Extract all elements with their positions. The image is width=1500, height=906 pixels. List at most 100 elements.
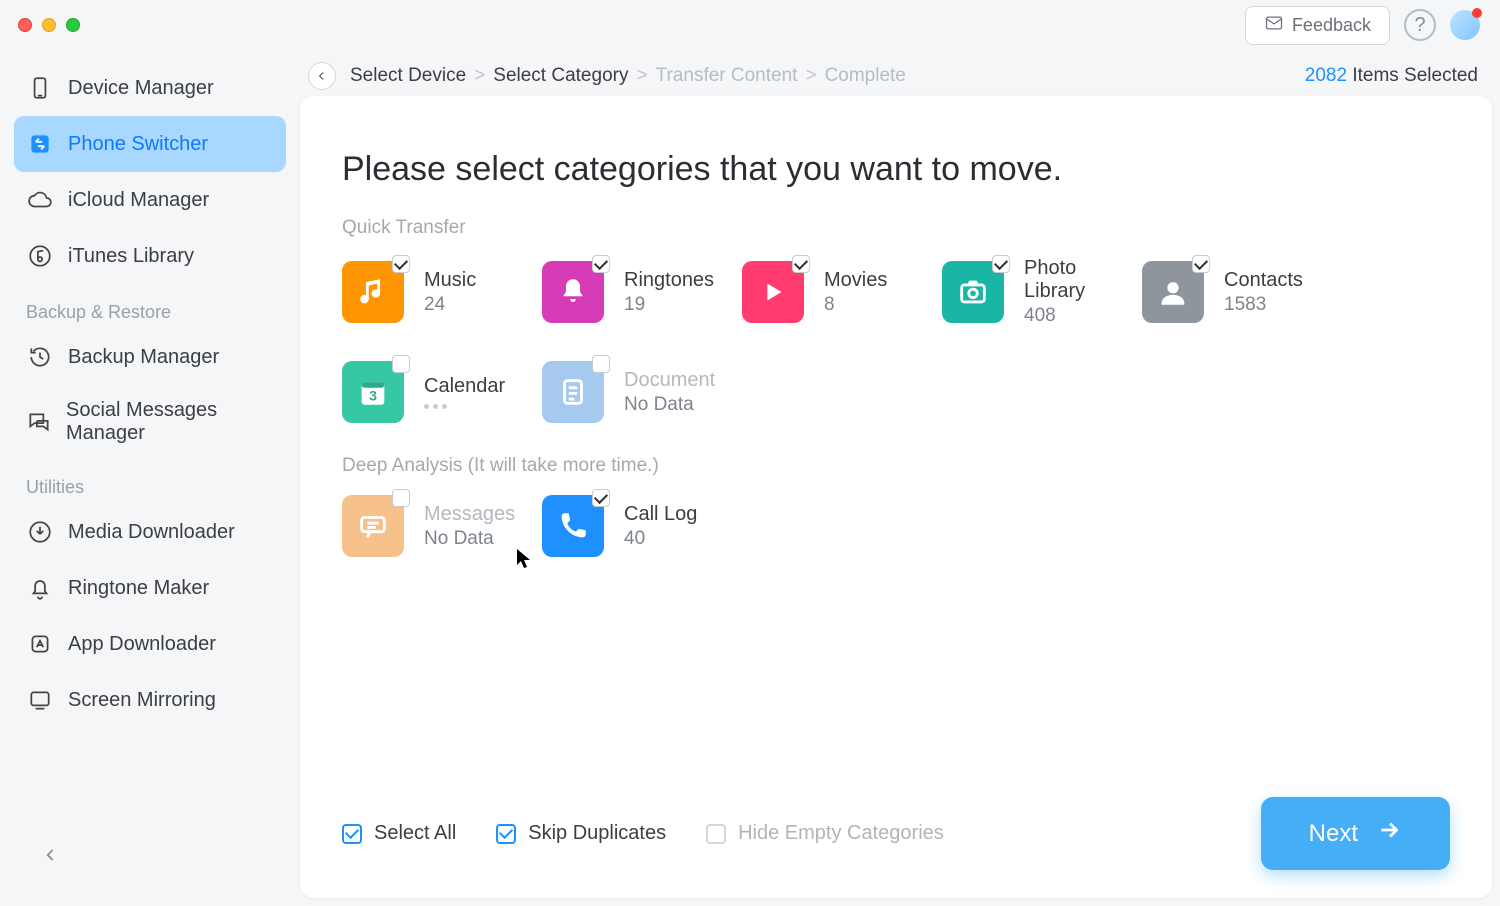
items-selected: 2082 Items Selected bbox=[1305, 65, 1478, 87]
category-ringtones[interactable]: Ringtones 19 bbox=[542, 257, 720, 327]
arrow-right-icon bbox=[1376, 817, 1402, 850]
minimize-window-button[interactable] bbox=[42, 18, 56, 32]
breadcrumb: Select Device > Select Category > Transf… bbox=[308, 62, 906, 90]
crumb-step-3: Transfer Content bbox=[656, 65, 798, 87]
sidebar-item-media-downloader[interactable]: Media Downloader bbox=[14, 504, 286, 560]
sidebar-item-label: Media Downloader bbox=[68, 521, 235, 544]
sidebar-item-ringtone-maker[interactable]: Ringtone Maker bbox=[14, 560, 286, 616]
crumb-step-4: Complete bbox=[825, 65, 906, 87]
maximize-window-button[interactable] bbox=[66, 18, 80, 32]
deep-analysis-grid: Messages No Data Call Log 40 bbox=[342, 495, 1450, 557]
app-icon bbox=[26, 630, 54, 658]
main-panel: Please select categories that you want t… bbox=[300, 96, 1492, 898]
chat-icon bbox=[26, 408, 52, 436]
category-count: 408 bbox=[1024, 305, 1120, 327]
page-title: Please select categories that you want t… bbox=[342, 150, 1450, 189]
svg-text:3: 3 bbox=[369, 389, 377, 405]
category-photo-library[interactable]: Photo Library 408 bbox=[942, 257, 1120, 327]
breadcrumb-row: Select Device > Select Category > Transf… bbox=[300, 56, 1492, 96]
chevron-right-icon: > bbox=[474, 65, 485, 87]
category-name: Contacts bbox=[1224, 269, 1303, 292]
category-checkbox[interactable] bbox=[592, 489, 610, 507]
sidebar-item-label: Backup Manager bbox=[68, 346, 219, 369]
quick-transfer-label: Quick Transfer bbox=[342, 217, 1450, 239]
sidebar-item-label: Screen Mirroring bbox=[68, 689, 216, 712]
sidebar-collapse-button[interactable] bbox=[38, 842, 64, 868]
sidebar-item-icloud-manager[interactable]: iCloud Manager bbox=[14, 172, 286, 228]
sidebar-item-itunes-library[interactable]: iTunes Library bbox=[14, 228, 286, 284]
category-checkbox[interactable] bbox=[792, 255, 810, 273]
next-button[interactable]: Next bbox=[1261, 797, 1450, 870]
bottom-bar: Select All Skip Duplicates Hide Empty Ca… bbox=[342, 797, 1450, 870]
help-icon: ? bbox=[1414, 14, 1425, 37]
photo-icon bbox=[942, 261, 1004, 323]
close-window-button[interactable] bbox=[18, 18, 32, 32]
music-icon bbox=[342, 261, 404, 323]
category-checkbox[interactable] bbox=[592, 255, 610, 273]
items-selected-label: Items Selected bbox=[1352, 65, 1478, 86]
sidebar-item-label: Social Messages Manager bbox=[66, 399, 274, 445]
category-checkbox[interactable] bbox=[392, 355, 410, 373]
sidebar-item-app-downloader[interactable]: App Downloader bbox=[14, 616, 286, 672]
category-count: No Data bbox=[424, 528, 515, 550]
sidebar-item-screen-mirroring[interactable]: Screen Mirroring bbox=[14, 672, 286, 728]
chevron-right-icon: > bbox=[805, 65, 816, 87]
category-name: Messages bbox=[424, 503, 515, 526]
checkbox-icon bbox=[342, 824, 362, 844]
category-contacts[interactable]: Contacts 1583 bbox=[1142, 257, 1320, 327]
sidebar-item-phone-switcher[interactable]: Phone Switcher bbox=[14, 116, 286, 172]
avatar[interactable] bbox=[1450, 10, 1480, 40]
sidebar-item-device-manager[interactable]: Device Manager bbox=[14, 60, 286, 116]
category-messages: Messages No Data bbox=[342, 495, 520, 557]
document-icon bbox=[542, 361, 604, 423]
switch-icon bbox=[26, 130, 54, 158]
cloud-icon bbox=[26, 186, 54, 214]
contacts-icon bbox=[1142, 261, 1204, 323]
category-music[interactable]: Music 24 bbox=[342, 257, 520, 327]
category-checkbox[interactable] bbox=[1192, 255, 1210, 273]
category-count: 24 bbox=[424, 294, 476, 316]
crumb-step-1[interactable]: Select Device bbox=[350, 65, 466, 87]
category-checkbox bbox=[392, 489, 410, 507]
skip-duplicates-label: Skip Duplicates bbox=[528, 822, 666, 845]
titlebar: Feedback ? bbox=[0, 0, 1500, 50]
mirror-icon bbox=[26, 686, 54, 714]
quick-transfer-grid: Music 24 Ringtones 19 bbox=[342, 257, 1450, 423]
category-movies[interactable]: Movies 8 bbox=[742, 257, 920, 327]
window-controls bbox=[18, 18, 80, 32]
deep-analysis-label: Deep Analysis (It will take more time.) bbox=[342, 455, 1450, 477]
select-all-checkbox[interactable]: Select All bbox=[342, 822, 456, 845]
skip-duplicates-checkbox[interactable]: Skip Duplicates bbox=[496, 822, 666, 845]
category-name: Ringtones bbox=[624, 269, 714, 292]
category-checkbox[interactable] bbox=[392, 255, 410, 273]
help-button[interactable]: ? bbox=[1404, 9, 1436, 41]
hide-empty-label: Hide Empty Categories bbox=[738, 822, 944, 845]
category-count: No Data bbox=[624, 394, 715, 416]
next-button-label: Next bbox=[1309, 820, 1358, 848]
bell-icon bbox=[26, 574, 54, 602]
category-count: 40 bbox=[624, 528, 697, 550]
category-calendar[interactable]: 3 Calendar bbox=[342, 361, 520, 423]
category-call-log[interactable]: Call Log 40 bbox=[542, 495, 720, 557]
sidebar-item-social-messages[interactable]: Social Messages Manager bbox=[14, 385, 286, 459]
crumb-step-2[interactable]: Select Category bbox=[493, 65, 628, 87]
sidebar-item-label: Ringtone Maker bbox=[68, 577, 209, 600]
sidebar-item-label: Phone Switcher bbox=[68, 133, 208, 156]
sidebar: Device Manager Phone Switcher iCloud Man… bbox=[0, 56, 300, 906]
category-checkbox[interactable] bbox=[992, 255, 1010, 273]
back-button[interactable] bbox=[308, 62, 336, 90]
category-checkbox bbox=[592, 355, 610, 373]
sidebar-item-label: App Downloader bbox=[68, 633, 216, 656]
sidebar-item-label: Device Manager bbox=[68, 77, 214, 100]
category-count: 8 bbox=[824, 294, 887, 316]
chevron-right-icon: > bbox=[636, 65, 647, 87]
movies-icon bbox=[742, 261, 804, 323]
hide-empty-checkbox[interactable]: Hide Empty Categories bbox=[706, 822, 944, 845]
feedback-button[interactable]: Feedback bbox=[1245, 6, 1390, 45]
history-icon bbox=[26, 343, 54, 371]
sidebar-item-label: iTunes Library bbox=[68, 245, 194, 268]
sidebar-item-backup-manager[interactable]: Backup Manager bbox=[14, 329, 286, 385]
select-all-label: Select All bbox=[374, 822, 456, 845]
ringtone-icon bbox=[542, 261, 604, 323]
content-area: Select Device > Select Category > Transf… bbox=[300, 56, 1492, 898]
